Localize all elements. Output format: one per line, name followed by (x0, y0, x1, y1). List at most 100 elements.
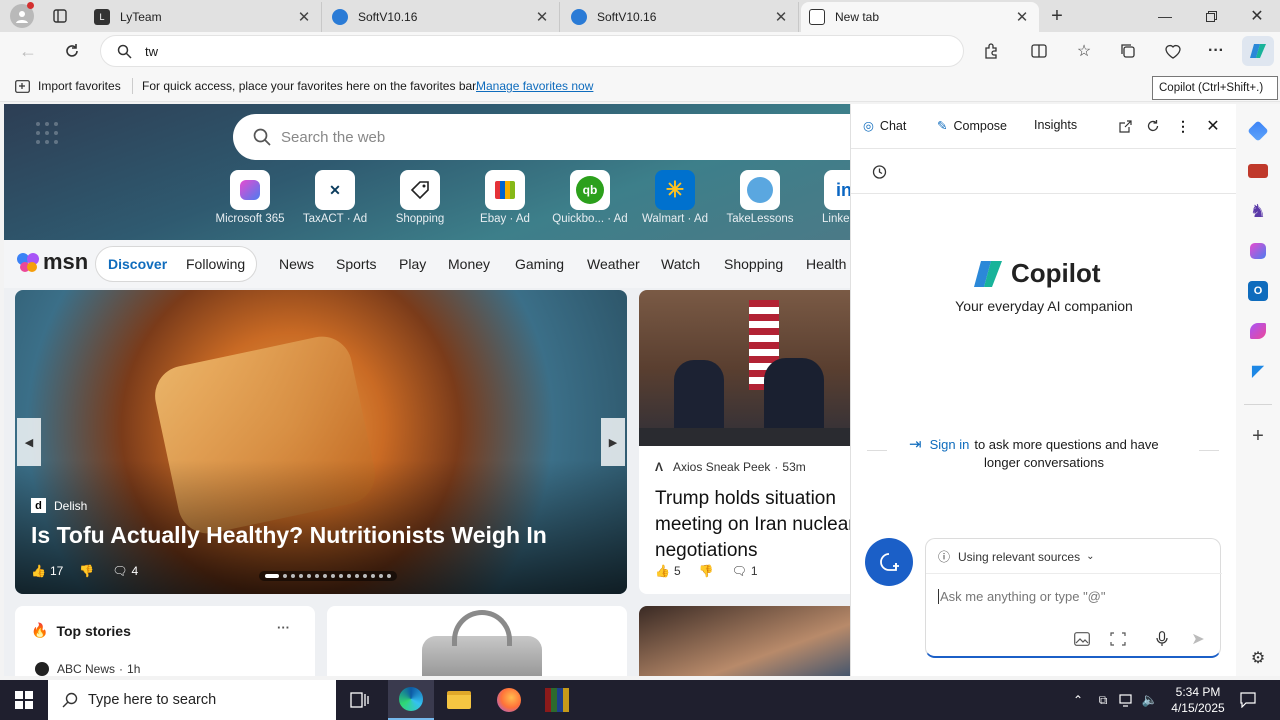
screenshot-icon[interactable] (1108, 629, 1128, 649)
favorites-star-icon[interactable]: ☆ (1070, 38, 1098, 64)
comment-icon[interactable]: 🗨 (112, 564, 127, 578)
taskbar-firefox-button[interactable] (486, 680, 532, 720)
games-chess-icon[interactable]: ♞ (1248, 201, 1268, 221)
sign-in-link[interactable]: Sign in (930, 437, 970, 452)
story-headline[interactable]: Is Tofu Actually Healthy? Nutritionists … (31, 522, 547, 549)
comment-icon[interactable]: 🗨 (732, 564, 747, 578)
like-icon[interactable]: 👍 (655, 564, 670, 578)
nav-shopping[interactable]: Shopping (724, 256, 783, 272)
carousel-dots[interactable] (259, 571, 397, 581)
tab-softv-2[interactable]: SoftV10.16 ✕ (563, 2, 799, 32)
taskbar-winrar-button[interactable] (534, 680, 580, 720)
address-bar[interactable]: tw (100, 35, 964, 67)
copilot-toolbar-button[interactable] (1242, 36, 1274, 66)
side-story-card[interactable]: Λ Axios Sneak Peek · 53m Trump holds sit… (639, 290, 850, 594)
close-window-icon[interactable]: ✕ (1242, 4, 1272, 28)
nav-news[interactable]: News (279, 256, 314, 272)
chat-input[interactable]: Ask me anything or type "@" (938, 589, 1106, 604)
quick-link-linkedin[interactable]: in Linke (804, 170, 850, 225)
carousel-next-button[interactable]: ▶ (601, 418, 625, 466)
close-tab-icon[interactable]: ✕ (533, 8, 551, 26)
copilot-tab-chat[interactable]: ◎ Chat (863, 118, 906, 134)
story-headline[interactable]: Trump holds situation meeting on Iran nu… (655, 486, 850, 564)
story-card-image[interactable] (639, 606, 850, 676)
product-card[interactable] (327, 606, 627, 676)
tab-softv-1[interactable]: SoftV10.16 ✕ (324, 2, 560, 32)
import-favorites-button[interactable]: Import favorites (38, 79, 121, 93)
quick-link-ebay[interactable]: Ebay · Ad (464, 170, 546, 225)
browser-essentials-icon[interactable] (1159, 38, 1187, 64)
apps-grid-icon[interactable] (34, 120, 60, 146)
nav-weather[interactable]: Weather (587, 256, 640, 272)
notification-center-icon[interactable] (1236, 688, 1260, 712)
taskbar-edge-button[interactable] (388, 680, 434, 720)
like-icon[interactable]: 👍 (31, 564, 46, 578)
quick-link-shopping[interactable]: Shopping (379, 170, 461, 225)
nav-play[interactable]: Play (399, 256, 426, 272)
close-tab-icon[interactable]: ✕ (1013, 8, 1031, 26)
dislike-icon[interactable]: 👎 (699, 564, 714, 578)
tools-briefcase-icon[interactable] (1248, 164, 1268, 178)
quick-link-microsoft365[interactable]: Microsoft 365 (209, 170, 291, 225)
chevron-up-icon[interactable]: ⌃ (1070, 690, 1086, 710)
taskbar-file-explorer-button[interactable] (436, 680, 482, 720)
open-in-new-tab-icon[interactable] (1115, 116, 1135, 136)
web-search-box[interactable]: Search the web (233, 114, 850, 160)
new-topic-button[interactable] (865, 538, 913, 586)
tab-lyteam[interactable]: L LyTeam ✕ (86, 2, 322, 32)
back-arrow-icon[interactable]: ← (14, 38, 42, 64)
add-sidebar-app-icon[interactable]: + (1248, 425, 1268, 447)
nav-gaming[interactable]: Gaming (515, 256, 564, 272)
outlook-icon[interactable]: O (1248, 281, 1268, 301)
tab-discover[interactable]: Discover (108, 256, 167, 272)
split-screen-icon[interactable] (1025, 38, 1053, 64)
history-icon[interactable] (869, 162, 889, 182)
address-input-value[interactable]: tw (145, 44, 158, 59)
tab-actions-icon[interactable] (48, 6, 72, 26)
tab-following[interactable]: Following (186, 256, 245, 272)
taskbar-search-box[interactable]: Type here to search (48, 680, 336, 720)
task-view-icon[interactable] (340, 680, 380, 720)
microphone-icon[interactable] (1152, 629, 1172, 649)
extensions-icon[interactable] (977, 38, 1005, 64)
designer-icon[interactable] (1250, 323, 1266, 339)
featured-story-card[interactable]: ◀ ▶ d Delish Is Tofu Actually Healthy? N… (15, 290, 627, 594)
sidebar-settings-gear-icon[interactable]: ⚙ (1248, 648, 1268, 668)
dislike-icon[interactable]: 👎 (79, 564, 94, 578)
send-icon[interactable]: ➤ (1188, 629, 1208, 649)
taskbar-search-input[interactable]: Type here to search (88, 692, 216, 708)
msn-logo[interactable]: msn (16, 249, 88, 275)
carousel-prev-button[interactable]: ◀ (17, 418, 41, 466)
more-options-icon[interactable]: ··· (277, 620, 290, 635)
close-tab-icon[interactable]: ✕ (295, 8, 313, 26)
new-tab-plus-icon[interactable]: + (1044, 4, 1070, 28)
microsoft365-icon[interactable] (1250, 243, 1266, 259)
quick-link-walmart[interactable]: ✳ Walmart · Ad (634, 170, 716, 225)
close-pane-icon[interactable]: ✕ (1203, 116, 1223, 136)
manage-favorites-link[interactable]: Manage favorites now (476, 79, 593, 93)
refresh-icon[interactable] (1143, 116, 1163, 136)
web-search-input[interactable]: Search the web (281, 129, 385, 146)
add-image-icon[interactable] (1072, 629, 1092, 649)
more-options-icon[interactable]: ⋮ (1173, 116, 1193, 136)
copilot-tab-compose[interactable]: ✎ Compose (937, 118, 1007, 134)
taskbar-clock[interactable]: 5:34 PM 4/15/2025 (1166, 684, 1230, 716)
device-icon[interactable]: ⧉ (1094, 690, 1112, 710)
start-button[interactable] (0, 680, 48, 720)
settings-more-icon[interactable]: ··· (1202, 38, 1230, 64)
nav-health[interactable]: Health (806, 256, 846, 272)
collections-icon[interactable] (1114, 38, 1142, 64)
volume-icon[interactable]: 🔈 (1141, 690, 1159, 710)
minimize-icon[interactable]: — (1150, 4, 1180, 28)
drop-send-icon[interactable]: ◤ (1248, 361, 1268, 381)
sources-dropdown[interactable]: ⓘ Using relevant sources ⌄ (938, 548, 1094, 565)
nav-sports[interactable]: Sports (336, 256, 376, 272)
quick-link-taxact[interactable]: ✕ TaxACT · Ad (294, 170, 376, 225)
refresh-icon[interactable] (58, 38, 86, 64)
nav-watch[interactable]: Watch (661, 256, 700, 272)
restore-icon[interactable] (1196, 4, 1226, 28)
profile-avatar-icon[interactable] (10, 2, 34, 28)
quick-link-takelessons[interactable]: TakeLessons (719, 170, 801, 225)
quick-link-quickbooks[interactable]: qb Quickbo... · Ad (549, 170, 631, 225)
network-icon[interactable] (1117, 690, 1135, 710)
